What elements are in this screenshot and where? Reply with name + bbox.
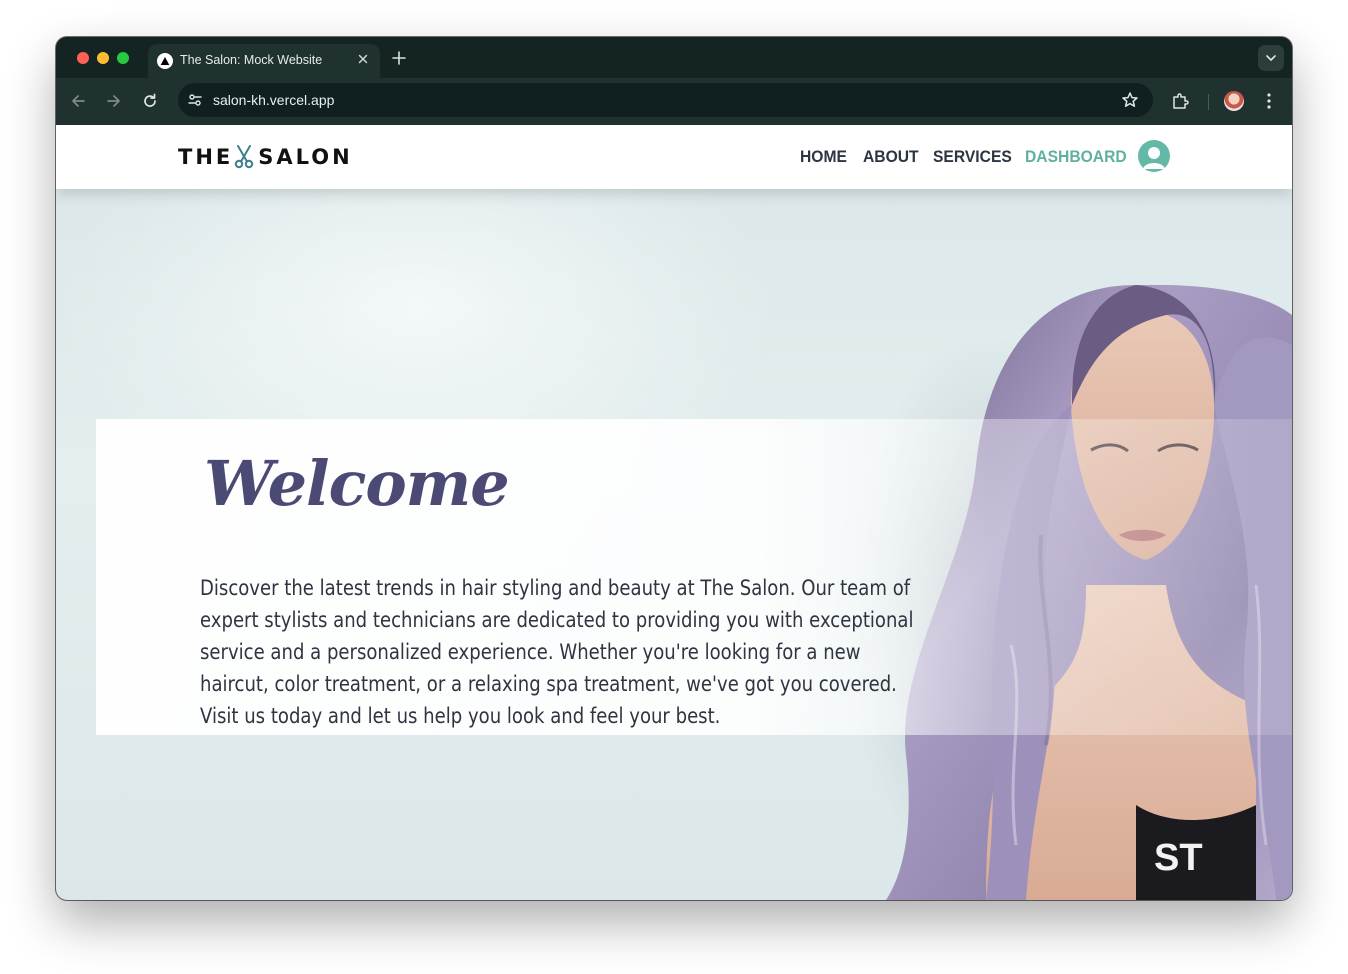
reload-icon[interactable] bbox=[141, 92, 159, 110]
nav-about[interactable]: ABOUT bbox=[863, 147, 919, 167]
tab-strip: The Salon: Mock Website bbox=[56, 37, 1292, 78]
url-text[interactable]: salon-kh.vercel.app bbox=[213, 92, 334, 108]
chevron-down-icon bbox=[1266, 55, 1276, 61]
tab-search-button[interactable] bbox=[1258, 45, 1284, 71]
maximize-window-button[interactable] bbox=[117, 52, 129, 64]
close-window-button[interactable] bbox=[77, 52, 89, 64]
active-tab[interactable]: The Salon: Mock Website bbox=[148, 44, 380, 78]
logo-text-the: THE bbox=[178, 145, 234, 169]
site-navbar: THE SALON HOME ABOUT SERVICES DASHBOARD bbox=[56, 125, 1292, 189]
welcome-paragraph: Discover the latest trends in hair styli… bbox=[200, 576, 914, 728]
minimize-window-button[interactable] bbox=[97, 52, 109, 64]
toolbar-separator bbox=[1208, 94, 1209, 110]
nav-services[interactable]: SERVICES bbox=[933, 147, 1012, 167]
extensions-puzzle-icon[interactable] bbox=[1170, 91, 1190, 111]
shirt-print-text: ST bbox=[1154, 837, 1203, 879]
new-tab-icon[interactable] bbox=[391, 50, 407, 66]
close-tab-icon[interactable] bbox=[356, 52, 370, 66]
tab-title: The Salon: Mock Website bbox=[180, 53, 323, 67]
back-arrow-icon[interactable] bbox=[69, 92, 87, 110]
page-viewport: ST Welcome Discover the latest trends in… bbox=[56, 125, 1292, 900]
nav-home[interactable]: HOME bbox=[800, 147, 847, 167]
site-logo[interactable]: THE SALON bbox=[178, 144, 353, 170]
forward-arrow-icon[interactable] bbox=[105, 92, 123, 110]
more-menu-icon[interactable] bbox=[1261, 91, 1277, 111]
site-settings-icon[interactable] bbox=[187, 92, 203, 108]
scissors-icon bbox=[235, 145, 254, 169]
bookmark-star-icon[interactable] bbox=[1121, 91, 1139, 109]
browser-window: The Salon: Mock Website salon-kh.vercel.… bbox=[56, 37, 1292, 900]
user-avatar-icon[interactable] bbox=[1138, 140, 1170, 172]
logo-text-salon: SALON bbox=[258, 145, 353, 169]
welcome-heading: Welcome bbox=[204, 447, 510, 520]
address-bar[interactable]: salon-kh.vercel.app bbox=[178, 83, 1153, 117]
nav-dashboard[interactable]: DASHBOARD bbox=[1025, 147, 1127, 167]
profile-avatar[interactable] bbox=[1224, 91, 1244, 111]
browser-toolbar: salon-kh.vercel.app bbox=[56, 78, 1292, 125]
vercel-triangle-icon bbox=[157, 53, 173, 69]
